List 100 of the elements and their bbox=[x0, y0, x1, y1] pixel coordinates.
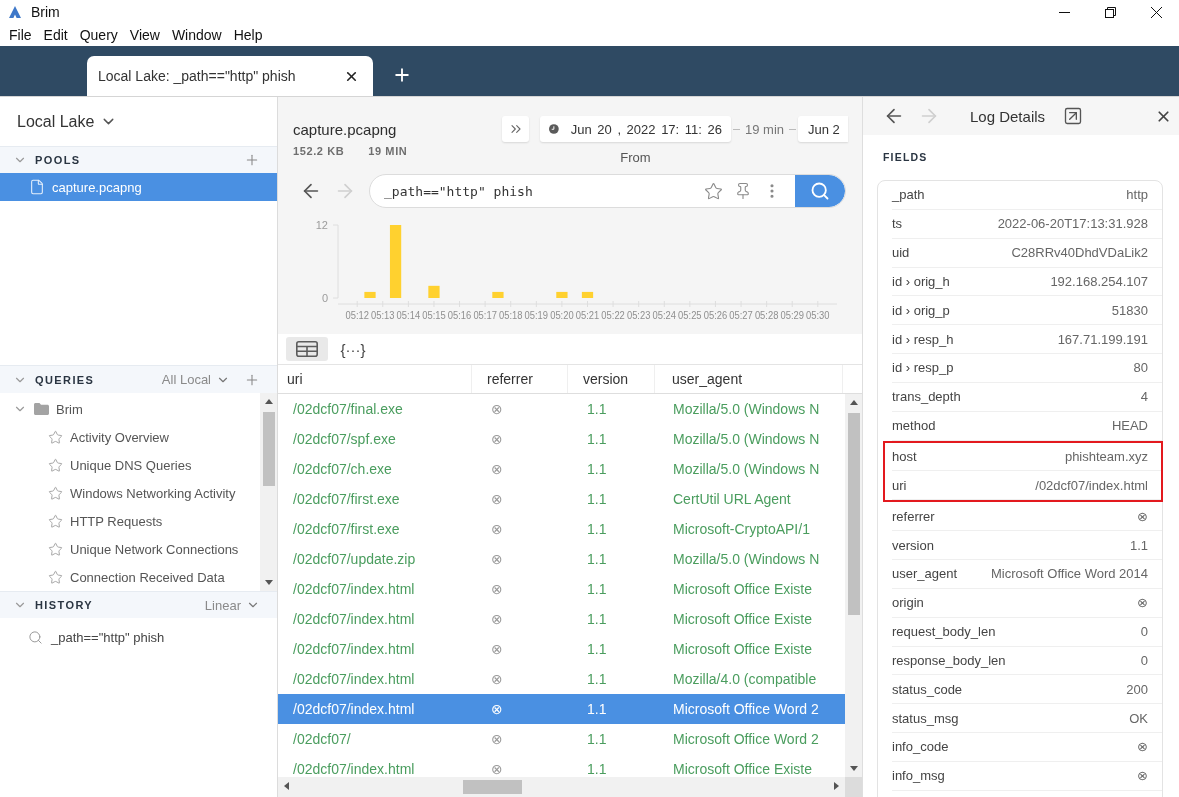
axis-tick-label: 05:13 bbox=[371, 309, 398, 319]
star-icon[interactable] bbox=[48, 429, 63, 445]
scroll-down-icon[interactable] bbox=[849, 766, 858, 771]
field-value: 0 bbox=[1140, 652, 1148, 668]
search-icon bbox=[28, 629, 43, 645]
table-cell-text: /02dcf07/index.html bbox=[292, 581, 416, 597]
column-header[interactable]: user_agent bbox=[655, 365, 843, 393]
table-cell-text: /02dcf07/first.exe bbox=[292, 491, 401, 507]
close-icon[interactable] bbox=[1150, 6, 1162, 18]
axis-tick-label: 05:22 bbox=[601, 309, 628, 319]
to-date-button[interactable]: Jun 2 bbox=[798, 116, 848, 142]
table-cell-text: /02dcf07/ bbox=[292, 731, 352, 747]
folder-label[interactable]: Brim bbox=[56, 401, 83, 417]
section-title: POOLS bbox=[35, 154, 81, 166]
table-cell-text: ⊗ bbox=[490, 641, 504, 657]
file-icon bbox=[29, 179, 45, 195]
menu-item[interactable]: File bbox=[3, 25, 38, 45]
field-value: OK bbox=[1129, 710, 1148, 726]
saved-search-item[interactable]: HTTP Requests bbox=[70, 513, 163, 529]
table-cell-text: 1.1 bbox=[586, 731, 608, 747]
search-field[interactable]: _path=="http" phish bbox=[369, 174, 846, 208]
field-name: host bbox=[892, 449, 917, 464]
table-cell-text: 1.1 bbox=[586, 701, 608, 717]
star-icon[interactable] bbox=[704, 181, 723, 201]
pool-title: capture.pcapng bbox=[293, 120, 398, 140]
axis-tick-label: 0 bbox=[321, 292, 328, 304]
table-cell-text: /02dcf07/index.html bbox=[292, 671, 416, 687]
scrollbar-thumb[interactable] bbox=[847, 413, 860, 615]
plus-icon[interactable] bbox=[392, 65, 412, 85]
column-header[interactable]: referrer bbox=[472, 365, 568, 393]
axis-tick-label: 05:25 bbox=[678, 309, 705, 319]
axis-tick-label: 05:28 bbox=[754, 309, 782, 319]
table-cell-text: Microsoft Office Existe bbox=[672, 611, 813, 627]
field-name: _path bbox=[892, 187, 925, 203]
saved-search-item[interactable]: Windows Networking Activity bbox=[70, 485, 236, 501]
popout-icon[interactable] bbox=[1063, 106, 1084, 126]
table-cell-text: Mozilla/5.0 (Windows N bbox=[672, 401, 821, 417]
search-input[interactable]: _path=="http" phish bbox=[384, 179, 704, 203]
star-icon[interactable] bbox=[48, 513, 63, 529]
histogram-bar bbox=[556, 291, 568, 298]
section-title: HISTORY bbox=[35, 599, 94, 611]
scroll-left-icon[interactable] bbox=[284, 781, 289, 790]
table-cell-text: ⊗ bbox=[490, 581, 504, 597]
duration-label: 19 min bbox=[745, 121, 784, 137]
pin-icon[interactable] bbox=[734, 182, 752, 200]
field-name: version bbox=[892, 537, 934, 553]
saved-search-item[interactable]: Unique Network Connections bbox=[70, 541, 239, 557]
menu-item[interactable]: Edit bbox=[37, 25, 74, 45]
table-cell-text: /02dcf07/index.html bbox=[292, 611, 416, 627]
tab-label: Local Lake: _path=="http" phish bbox=[98, 68, 296, 84]
saved-search-item[interactable]: Activity Overview bbox=[70, 429, 169, 445]
json-view-button[interactable]: {···} bbox=[332, 337, 374, 361]
field-name: ts bbox=[892, 216, 903, 232]
table-cell-text: /02dcf07/first.exe bbox=[292, 521, 401, 537]
axis-tick-label: 05:16 bbox=[447, 309, 475, 319]
scrollbar-thumb[interactable] bbox=[463, 780, 522, 794]
star-icon[interactable] bbox=[48, 541, 63, 557]
field-name: id › resp_p bbox=[892, 360, 954, 376]
star-icon[interactable] bbox=[48, 457, 63, 473]
scroll-down-icon[interactable] bbox=[264, 580, 273, 585]
field-value: ⊗ bbox=[1137, 508, 1148, 524]
table-cell-text: 1.1 bbox=[586, 461, 608, 477]
histogram-bar bbox=[581, 291, 594, 298]
column-header[interactable]: uri bbox=[278, 365, 472, 393]
saved-search-item[interactable]: Unique DNS Queries bbox=[70, 457, 192, 473]
scroll-right-icon[interactable] bbox=[834, 781, 839, 790]
minimize-icon[interactable] bbox=[1058, 11, 1070, 13]
menu-item[interactable]: Help bbox=[227, 25, 269, 45]
field-value: ⊗ bbox=[1137, 768, 1148, 784]
menu-item[interactable]: Query bbox=[73, 25, 124, 45]
tab[interactable]: Local Lake: _path=="http" phish bbox=[87, 56, 373, 96]
table-cell-text: 1.1 bbox=[586, 491, 608, 507]
lake-selector[interactable]: Local Lake bbox=[17, 112, 118, 131]
table-cell-text: ⊗ bbox=[490, 521, 504, 537]
history-item[interactable]: _path=="http" phish bbox=[51, 629, 165, 645]
search-button[interactable] bbox=[795, 175, 845, 207]
table-cell-text: 1.1 bbox=[586, 641, 608, 657]
table-cell-text: ⊗ bbox=[490, 731, 504, 747]
from-date-button[interactable]: Jun 20 , 2022 17: 11: 26 bbox=[540, 116, 731, 142]
pool-size: 152.2 KB bbox=[293, 145, 345, 157]
scroll-up-icon[interactable] bbox=[264, 399, 273, 404]
menu-item[interactable]: View bbox=[123, 25, 166, 45]
axis-tick-label: 05:18 bbox=[499, 309, 526, 319]
section-title: QUERIES bbox=[35, 373, 95, 386]
table-view-button[interactable] bbox=[286, 337, 328, 361]
expand-button[interactable] bbox=[502, 116, 529, 142]
axis-tick-label: 05:24 bbox=[652, 309, 679, 319]
scroll-up-icon[interactable] bbox=[849, 400, 858, 405]
field-value: 2022-06-20T17:13:31.928 bbox=[997, 216, 1148, 232]
table-cell-text: ⊗ bbox=[490, 461, 504, 477]
field-value: 200 bbox=[1126, 681, 1148, 697]
menu-item[interactable]: Window bbox=[165, 25, 228, 45]
star-icon[interactable] bbox=[48, 485, 63, 501]
field-name: uid bbox=[892, 245, 910, 261]
star-icon[interactable] bbox=[48, 569, 63, 585]
scrollbar-thumb[interactable] bbox=[262, 412, 275, 486]
saved-search-item[interactable]: Connection Received Data bbox=[70, 569, 225, 585]
column-header[interactable]: version bbox=[568, 365, 655, 393]
restore-icon[interactable] bbox=[1104, 6, 1116, 18]
axis-tick-label: 05:17 bbox=[473, 309, 500, 319]
